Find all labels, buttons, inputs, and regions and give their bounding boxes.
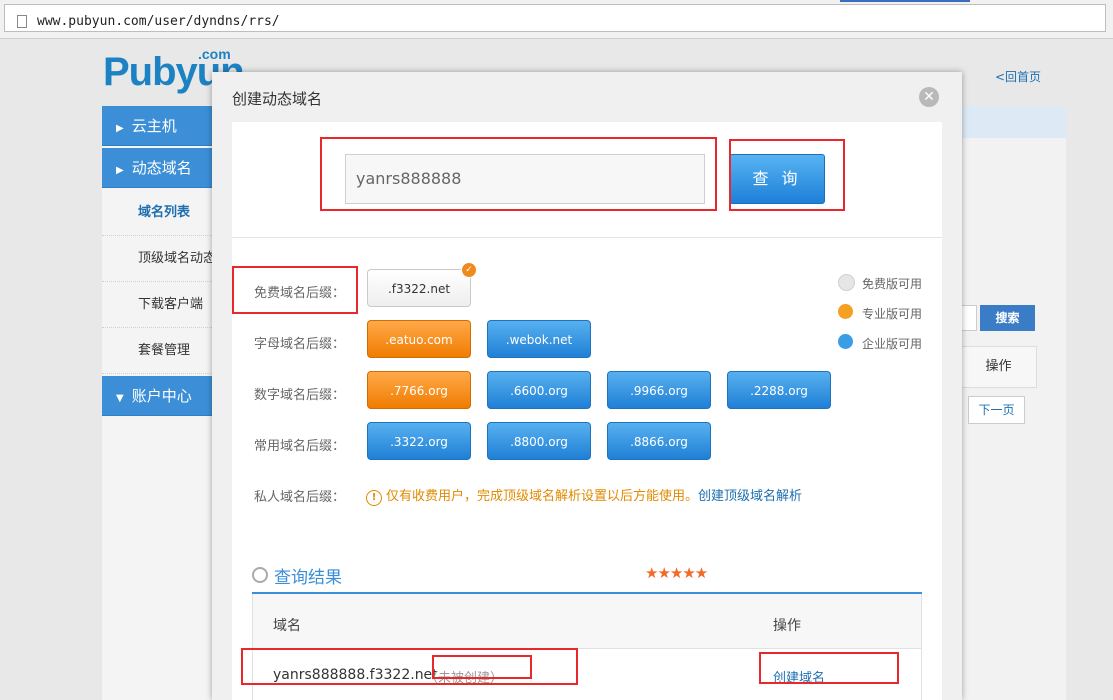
results-table-header: 域名 操作: [252, 594, 922, 649]
search-button[interactable]: 搜索: [980, 305, 1035, 331]
legend-pro: 专业版可用: [862, 307, 923, 321]
highlight-box-input: [320, 137, 717, 211]
suffix-chip-common-1[interactable]: .3322.org: [367, 422, 471, 460]
sidebar-item-account-center[interactable]: ▼ 账户中心: [102, 376, 214, 416]
rating-stars: ★★★★★: [645, 564, 708, 582]
search-icon: [252, 567, 268, 583]
url-box[interactable]: www.pubyun.com/user/dyndns/rrs/: [4, 4, 1106, 32]
sidebar-item-download[interactable]: 下载客户端: [102, 282, 214, 328]
search-input[interactable]: [960, 305, 977, 331]
number-suffix-label: 数字域名后缀：: [254, 388, 346, 403]
modal-title: 创建动态域名: [232, 90, 323, 108]
modal-panel: yanrs888888 查 询 免费域名后缀： .f3322.net ✓ 字母域…: [232, 122, 942, 700]
suffix-chip-number-3[interactable]: .9966.org: [607, 371, 711, 409]
column-header-ops: 操作: [960, 346, 1037, 388]
suffix-chip-letter-2[interactable]: .webok.net: [487, 320, 591, 358]
content-header-band: [960, 106, 1066, 138]
checkmark-icon: ✓: [461, 262, 477, 278]
col-action: 操作: [773, 618, 801, 634]
divider: [232, 237, 942, 238]
suffix-chip-number-2[interactable]: .6600.org: [487, 371, 591, 409]
col-domain: 域名: [273, 618, 301, 634]
results-title: 查询结果: [252, 563, 342, 588]
letter-suffix-label: 字母域名后缀：: [254, 337, 346, 352]
arrow-down-icon: ▼: [116, 393, 124, 404]
results-title-text: 查询结果: [274, 568, 342, 588]
browser-address-bar: www.pubyun.com/user/dyndns/rrs/: [0, 0, 1113, 39]
sidebar-item-plans[interactable]: 套餐管理: [102, 328, 214, 374]
highlight-box-free-label: [232, 266, 358, 314]
highlight-box-status: [432, 655, 532, 679]
create-top-domain-link[interactable]: 创建顶级域名解析: [698, 489, 802, 504]
main-content-bg: 搜索 操作 下一页: [960, 106, 1066, 700]
suffix-chip-common-2[interactable]: .8800.org: [487, 422, 591, 460]
suffix-chip-common-3[interactable]: .8866.org: [607, 422, 711, 460]
legend-enterprise: 企业版可用: [862, 337, 923, 351]
suffix-chip-free[interactable]: .f3322.net: [367, 269, 471, 307]
create-domain-modal: 创建动态域名 ✕ yanrs888888 查 询 免费域名后缀： .f3322.…: [212, 72, 962, 700]
url-text[interactable]: www.pubyun.com/user/dyndns/rrs/: [37, 14, 280, 29]
private-suffix-label: 私人域名后缀：: [254, 490, 346, 505]
legend-dot-pro: [838, 304, 853, 319]
sidebar-label: 动态域名: [131, 159, 192, 177]
next-page-button[interactable]: 下一页: [968, 396, 1025, 424]
legend-dot-enterprise: [838, 334, 853, 349]
arrow-right-icon: ▶: [116, 165, 124, 176]
highlight-box-button: [729, 139, 845, 211]
private-notice: ! 仅有收费用户，完成顶级域名解析设置以后方能使用。创建顶级域名解析: [366, 485, 802, 506]
loading-bar: [840, 0, 970, 2]
sidebar-item-dyn-domain[interactable]: ▶ 动态域名: [102, 148, 214, 188]
suffix-chip-number-4[interactable]: .2288.org: [727, 371, 831, 409]
suffix-chip-letter-1[interactable]: .eatuo.com: [367, 320, 471, 358]
logo-com: .com: [198, 46, 231, 62]
suffix-chip-number-1[interactable]: .7766.org: [367, 371, 471, 409]
private-notice-text: 仅有收费用户，完成顶级域名解析设置以后方能使用。: [386, 489, 699, 504]
sidebar-label: 云主机: [131, 117, 177, 135]
sidebar-item-top-domain[interactable]: 顶级域名动态解析: [102, 236, 214, 282]
page-icon: [17, 15, 27, 28]
legend-dot-free: [838, 274, 855, 291]
sidebar-label: 账户中心: [131, 387, 192, 405]
info-icon: !: [366, 490, 382, 506]
sidebar-item-domain-list[interactable]: 域名列表: [102, 190, 214, 236]
legend-free: 免费版可用: [862, 277, 923, 291]
highlight-box-action: [759, 652, 899, 684]
sidebar-item-cloud-host[interactable]: ▶ 云主机: [102, 106, 214, 146]
arrow-right-icon: ▶: [116, 123, 124, 134]
common-suffix-label: 常用域名后缀：: [254, 439, 346, 454]
close-icon[interactable]: ✕: [919, 87, 939, 107]
back-home-link[interactable]: <回首页: [995, 68, 1041, 85]
